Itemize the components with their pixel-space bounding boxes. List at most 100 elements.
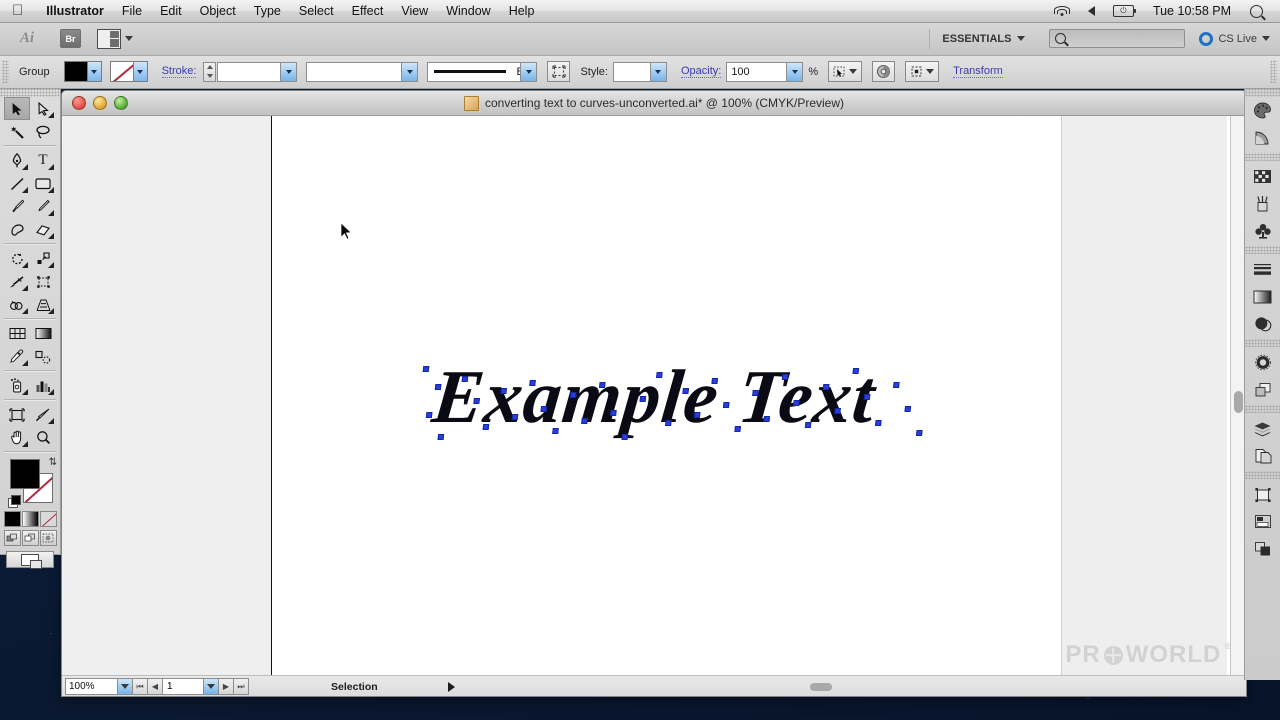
color-mode-button[interactable]: [3, 511, 21, 527]
menu-item-view[interactable]: View: [392, 2, 437, 20]
artwork-text-object[interactable]: Example Text: [62, 354, 1246, 441]
tool-paintbrush-tool[interactable]: [4, 195, 30, 218]
gradient-mode-button[interactable]: [21, 511, 39, 527]
opacity-field[interactable]: 100: [726, 61, 804, 82]
stroke-panel-icon[interactable]: [1250, 256, 1276, 283]
search-icon[interactable]: [1241, 4, 1272, 18]
fill-swatch-group[interactable]: [63, 61, 102, 82]
draw-inside-button[interactable]: [39, 530, 57, 546]
tool-rotate-tool[interactable]: [4, 247, 30, 270]
draw-normal-button[interactable]: [3, 530, 21, 546]
none-mode-button[interactable]: [39, 511, 57, 527]
tool-symbol-sprayer-tool[interactable]: [4, 374, 30, 397]
artboard-dropdown[interactable]: [204, 678, 219, 695]
first-artboard-button[interactable]: ⏮: [133, 678, 148, 695]
zoom-level-dropdown[interactable]: [118, 678, 133, 695]
go-to-bridge-button[interactable]: Br: [60, 29, 81, 48]
cs-live-button[interactable]: CS Live: [1199, 31, 1270, 46]
stroke-swatch[interactable]: [109, 61, 134, 82]
stroke-weight-stepper[interactable]: [203, 61, 217, 82]
document-title-bar[interactable]: converting text to curves-unconverted.ai…: [62, 91, 1246, 116]
tool-blend-tool[interactable]: [30, 345, 56, 368]
align-panel-icon[interactable]: [1250, 508, 1276, 535]
swatches-panel-icon[interactable]: [1250, 163, 1276, 190]
select-similar-button[interactable]: [828, 61, 863, 82]
tool-hand-tool[interactable]: [4, 426, 30, 449]
arrange-documents-button[interactable]: [97, 28, 133, 49]
symbols-panel-icon[interactable]: [1250, 217, 1276, 244]
layers-panel-icon[interactable]: [1250, 415, 1276, 442]
tool-gradient-tool[interactable]: [30, 322, 56, 345]
color-guide-panel-icon[interactable]: [1250, 124, 1276, 151]
color-panel-icon[interactable]: [1250, 97, 1276, 124]
stroke-dropdown-button[interactable]: [133, 61, 148, 82]
panel-dock-grip[interactable]: [1245, 88, 1280, 97]
apple-logo-icon[interactable]: : [12, 3, 23, 18]
stroke-weight-field[interactable]: [217, 61, 298, 82]
graphic-style-dropdown[interactable]: [649, 62, 666, 81]
fill-dropdown-button[interactable]: [87, 61, 102, 82]
tool-width-tool[interactable]: [4, 270, 30, 293]
volume-icon[interactable]: [1079, 6, 1104, 16]
tool-mesh-tool[interactable]: [4, 322, 30, 345]
tools-panel-grip[interactable]: [0, 88, 60, 97]
recolor-artwork-button[interactable]: [872, 61, 896, 82]
tool-selection-tool[interactable]: [4, 97, 30, 120]
appearance-panel-icon[interactable]: [1250, 349, 1276, 376]
opacity-label[interactable]: Opacity:: [680, 65, 722, 78]
tool-scale-tool[interactable]: [30, 247, 56, 270]
control-bar-overflow[interactable]: [1270, 60, 1277, 83]
wifi-icon[interactable]: [1046, 5, 1079, 17]
align-button[interactable]: [905, 61, 940, 82]
tool-eraser-tool[interactable]: [30, 218, 56, 241]
stroke-weight-dropdown[interactable]: [280, 62, 297, 81]
artboards-panel-icon[interactable]: [1250, 442, 1276, 469]
stroke-label[interactable]: Stroke:: [161, 65, 197, 78]
horizontal-scroll-thumb[interactable]: [810, 683, 832, 691]
tool-lasso-tool[interactable]: [30, 120, 56, 143]
menu-item-window[interactable]: Window: [437, 2, 499, 20]
menu-item-object[interactable]: Object: [191, 2, 245, 20]
menu-item-effect[interactable]: Effect: [343, 2, 393, 20]
pathfinder-panel-icon[interactable]: [1250, 535, 1276, 562]
tool-magic-wand-tool[interactable]: [4, 120, 30, 143]
close-window-button[interactable]: [72, 96, 86, 110]
swap-fill-stroke-icon[interactable]: ⇅: [49, 457, 57, 468]
brush-definition-field[interactable]: Basic: [427, 61, 538, 82]
status-menu-arrow[interactable]: [447, 681, 455, 692]
tool-free-transform-tool[interactable]: [30, 270, 56, 293]
zoom-window-button[interactable]: [114, 96, 128, 110]
stroke-swatch-group[interactable]: [109, 61, 148, 82]
gradient-panel-icon[interactable]: [1250, 283, 1276, 310]
tool-blob-brush-tool[interactable]: [4, 218, 30, 241]
battery-icon[interactable]: ⏻: [1104, 5, 1143, 17]
zoom-level-field[interactable]: 100%: [65, 678, 118, 695]
menu-item-edit[interactable]: Edit: [151, 2, 191, 20]
artboard-number-field[interactable]: 1: [163, 678, 204, 695]
menu-item-type[interactable]: Type: [245, 2, 290, 20]
workspace-switcher[interactable]: ESSENTIALS: [929, 28, 1037, 49]
stroke-profile-dropdown[interactable]: [401, 62, 418, 81]
tool-shape-builder-tool[interactable]: [4, 293, 30, 316]
tool-pencil-tool[interactable]: [30, 195, 56, 218]
default-fill-stroke-icon[interactable]: [8, 495, 21, 508]
change-screen-mode-button[interactable]: [6, 551, 54, 569]
opacity-dropdown[interactable]: [786, 62, 803, 81]
tool-eyedropper-tool[interactable]: [4, 345, 30, 368]
tool-type-tool[interactable]: T: [30, 149, 56, 172]
opacity-mask-icon[interactable]: [547, 61, 571, 82]
tool-pen-tool[interactable]: [4, 149, 30, 172]
tool-line-segment-tool[interactable]: [4, 172, 30, 195]
control-bar-grip[interactable]: [2, 60, 9, 83]
brush-definition-dropdown[interactable]: [520, 62, 537, 81]
tool-artboard-tool[interactable]: [4, 403, 30, 426]
previous-artboard-button[interactable]: ◀: [148, 678, 163, 695]
search-input[interactable]: [1049, 29, 1186, 48]
graphic-styles-panel-icon[interactable]: [1250, 376, 1276, 403]
graphic-style-field[interactable]: [612, 61, 667, 82]
brushes-panel-icon[interactable]: [1250, 190, 1276, 217]
last-artboard-button[interactable]: ⏭: [234, 678, 249, 695]
tool-rectangle-tool[interactable]: [30, 172, 56, 195]
minimize-window-button[interactable]: [93, 96, 107, 110]
menu-item-select[interactable]: Select: [290, 2, 343, 20]
